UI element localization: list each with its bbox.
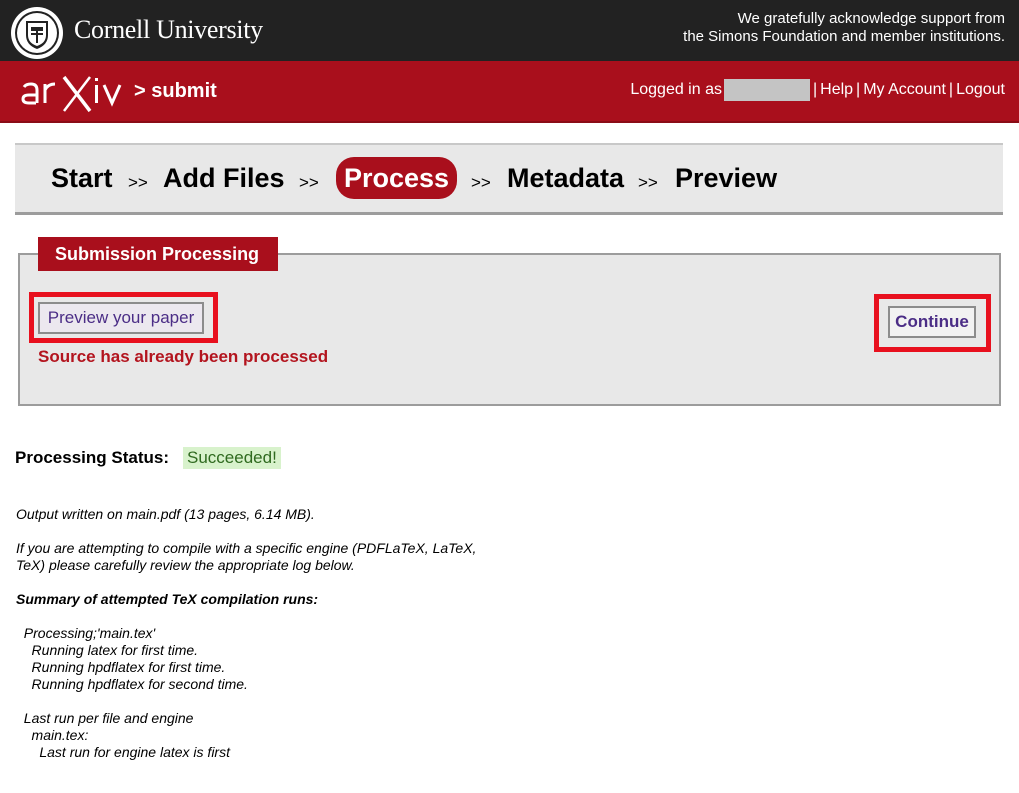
step-arrow: >> — [128, 173, 148, 192]
processing-status-badge: Succeeded! — [183, 447, 281, 469]
separator: | — [948, 81, 954, 98]
support-acknowledgement: We gratefully acknowledge support from t… — [683, 10, 1005, 46]
arxiv-header: > submit Logged in as | Help | My Accoun… — [0, 61, 1019, 123]
step-process-active: Process — [336, 157, 458, 199]
separator: | — [812, 81, 818, 98]
log-output-line: Output written on main.pdf (13 pages, 6.… — [16, 506, 315, 522]
cornell-header: Cornell University We gratefully acknowl… — [0, 0, 1019, 61]
help-link[interactable]: Help — [820, 81, 853, 99]
step-start: Start — [51, 163, 113, 193]
log-engine-note: If you are attempting to compile with a … — [16, 540, 477, 573]
continue-button[interactable]: Continue — [888, 306, 976, 338]
step-arrow: >> — [471, 173, 491, 192]
separator: | — [856, 81, 861, 98]
redacted-username — [723, 79, 810, 101]
cornell-university-name[interactable]: Cornell University — [74, 15, 263, 45]
support-line-2: the Simons Foundation and member institu… — [683, 28, 1005, 45]
step-metadata: Metadata — [507, 163, 625, 193]
preview-paper-button[interactable]: Preview your paper — [38, 302, 204, 334]
submit-breadcrumb: > submit — [134, 80, 217, 102]
cornell-seal-icon[interactable] — [9, 5, 65, 61]
log-summary-heading: Summary of attempted TeX compilation run… — [16, 591, 319, 607]
step-arrow: >> — [299, 173, 319, 192]
already-processed-message: Source has already been processed — [38, 347, 329, 366]
log-last-run: Last run per file and engine main.tex: L… — [23, 710, 230, 760]
support-line-1: We gratefully acknowledge support from — [737, 10, 1005, 27]
step-add-files: Add Files — [163, 163, 285, 193]
processing-status-label: Processing Status: — [15, 448, 169, 467]
logout-link[interactable]: Logout — [956, 81, 1005, 99]
log-runs: Processing;'main.tex' Running latex for … — [23, 625, 248, 692]
arxiv-logo[interactable] — [20, 73, 130, 113]
user-bar: Logged in as | Help | My Account | Logou… — [630, 79, 1005, 101]
my-account-link[interactable]: My Account — [863, 81, 946, 99]
logged-in-label: Logged in as — [630, 81, 722, 98]
submission-steps: Start >> Add Files >> Process >> Metadat… — [15, 143, 1003, 215]
submission-processing-title: Submission Processing — [38, 237, 278, 271]
step-preview: Preview — [675, 163, 778, 193]
step-arrow: >> — [638, 173, 658, 192]
